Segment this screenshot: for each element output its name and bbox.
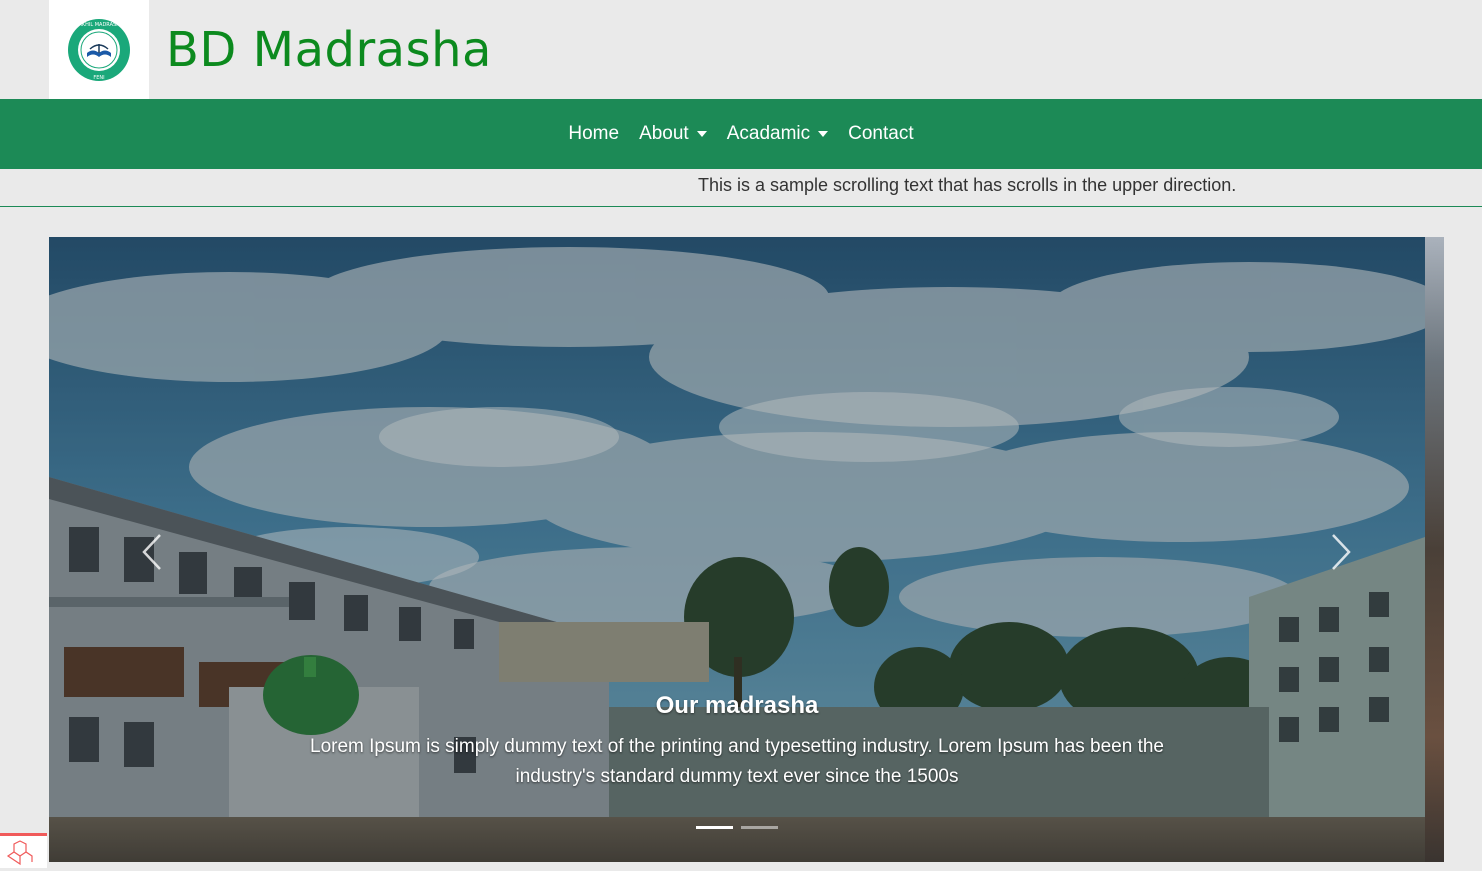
hero-carousel[interactable]: Our madrasha Lorem Ipsum is simply dummy… [49,237,1444,862]
caret-down-icon [818,131,829,137]
caret-down-icon [696,131,707,137]
debug-badge[interactable] [0,833,47,868]
scrolling-ticker: This is a sample scrolling text that has… [0,169,1482,207]
logo-bottom-text: FENI [93,75,104,81]
nav-contact[interactable]: Contact [838,123,923,145]
carousel-indicators [49,826,1425,829]
carousel-prev-button[interactable] [134,527,174,577]
carousel-slide-active: Our madrasha Lorem Ipsum is simply dummy… [49,237,1425,862]
laravel-icon [6,840,33,866]
madrasha-seal-logo-icon: DAKHIL MADRASHA FENI [68,18,130,81]
nav-acadamic[interactable]: Acadamic [717,123,838,145]
nav-contact-label: Contact [848,123,914,144]
nav-acadamic-label: Acadamic [726,123,811,144]
carousel-next-button[interactable] [1319,527,1359,577]
logo[interactable]: DAKHIL MADRASHA FENI [49,0,149,99]
site-title[interactable]: BD Madrasha [166,22,492,78]
carousel-indicator-1[interactable] [696,826,733,829]
site-header: DAKHIL MADRASHA FENI BD Madrasha [0,0,1482,99]
caption-title: Our madrasha [655,692,819,719]
ticker-text: This is a sample scrolling text that has… [698,175,1237,195]
carousel-indicator-2[interactable] [741,826,778,829]
next-slide-peek [1425,237,1444,862]
main-navbar: Home About Acadamic Contact [0,99,1482,169]
chevron-right-icon [1332,534,1351,570]
chevron-left-icon [142,534,161,570]
caption-text: Lorem Ipsum is simply dummy text of the … [310,736,1164,787]
logo-ring-text: DAKHIL MADRASHA [75,22,124,28]
nav-about-label: About [639,123,689,144]
nav-about[interactable]: About [629,123,717,145]
nav-home-label: Home [568,123,620,144]
nav-home[interactable]: Home [558,123,629,145]
carousel-caption: Our madrasha Lorem Ipsum is simply dummy… [49,692,1425,792]
